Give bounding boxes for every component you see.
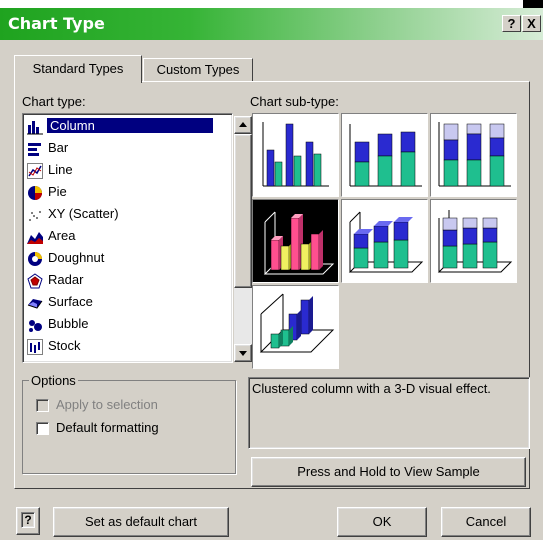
close-button[interactable]: X [522,15,541,32]
percent-stacked-column-icon [438,122,511,187]
chart-type-label: XY (Scatter) [48,206,119,221]
tab-custom-types[interactable]: Custom Types [143,58,253,81]
apply-to-selection-checkbox[interactable] [36,399,49,412]
stacked-column-icon [349,124,422,187]
chart-type-item-bubble[interactable]: Bubble [27,314,212,336]
arrow-down-icon [239,351,247,356]
view-sample-button[interactable]: Press and Hold to View Sample [251,457,526,487]
chart-type-item-surface[interactable]: Surface [27,292,212,314]
chart-type-label: Bubble [48,316,89,331]
chart-type-item-xy-scatter[interactable]: XY (Scatter) [27,204,212,226]
chart-type-item-stock[interactable]: Stock [27,336,212,358]
help-button[interactable]: ? [502,15,521,32]
chart-type-label: Surface [48,294,93,309]
surface-icon [27,295,43,311]
chart-type-label: Bar [48,140,69,155]
apply-to-selection-label: Apply to selection [56,397,158,412]
window-title: Chart Type [8,14,105,33]
chart-type-label: Area [48,228,76,243]
title-bar: Chart Type ? X [0,8,543,40]
ok-button[interactable]: OK [337,507,427,537]
tab-standard-types[interactable]: Standard Types [14,55,142,83]
scroll-down-button[interactable] [234,344,252,362]
help-icon: ? [21,512,35,528]
description-text: Clustered column with a 3-D visual effec… [252,381,491,396]
default-formatting-label: Default formatting [56,420,159,435]
scroll-thumb[interactable] [234,134,252,288]
3d-column-icon [259,293,335,353]
chart-type-label: Stock [48,338,81,353]
subtype-3d-column[interactable] [252,285,339,369]
clustered-column-icon [262,122,329,187]
options-legend: Options [29,373,78,388]
bar-icon [27,141,43,157]
top-strip-block [523,0,543,8]
scatter-icon [27,207,43,223]
subtype-stacked-column[interactable] [341,113,428,197]
description-box: Clustered column with a 3-D visual effec… [248,377,530,449]
default-formatting-checkbox[interactable] [36,422,49,435]
chart-type-label: Column [47,118,213,133]
subtype-clustered-column[interactable] [252,113,339,197]
chart-type-item-doughnut[interactable]: Doughnut [27,248,212,270]
list-scrollbar[interactable] [234,116,252,362]
chart-type-item-bar[interactable]: Bar [27,138,212,160]
top-strip [0,0,543,8]
3d-percent-stacked-column-icon [437,210,513,273]
subtype-3d-100-stacked-column[interactable] [430,199,517,283]
chart-type-item-column[interactable]: Column [27,116,213,138]
subtype-100-stacked-column[interactable] [430,113,517,197]
chart-type-item-area[interactable]: Area [27,226,212,248]
pie-icon [27,185,43,201]
column-icon [27,119,43,135]
office-assistant-button[interactable]: ? [16,507,40,535]
arrow-up-icon [239,122,247,127]
scroll-up-button[interactable] [234,116,252,134]
chart-type-label: Radar [48,272,84,287]
chart-type-label: Line [48,162,73,177]
chart-type-label: Pie [48,184,67,199]
set-default-button[interactable]: Set as default chart [53,507,229,537]
chart-type-label: Doughnut [48,250,105,265]
radar-icon [27,273,43,289]
line-icon [27,163,43,179]
doughnut-icon [27,251,43,267]
options-group: Options Apply to selection Default forma… [22,373,236,474]
bubble-icon [27,317,43,333]
subtype-3d-clustered-column[interactable] [252,199,339,283]
chart-type-item-pie[interactable]: Pie [27,182,212,204]
chart-type-item-line[interactable]: Line [27,160,212,182]
area-icon [27,229,43,245]
3d-clustered-column-icon [263,211,335,275]
chart-type-list[interactable]: Column Bar Line Pie XY (Scatter) Area Doughnut… [22,113,252,363]
3d-stacked-column-icon [348,211,424,273]
cancel-button[interactable]: Cancel [441,507,531,537]
subtype-3d-stacked-column[interactable] [341,199,428,283]
chart-subtype-label: Chart sub-type: [250,94,339,109]
stock-icon [27,339,43,355]
chart-type-item-radar[interactable]: Radar [27,270,212,292]
chart-type-label: Chart type: [22,94,86,109]
